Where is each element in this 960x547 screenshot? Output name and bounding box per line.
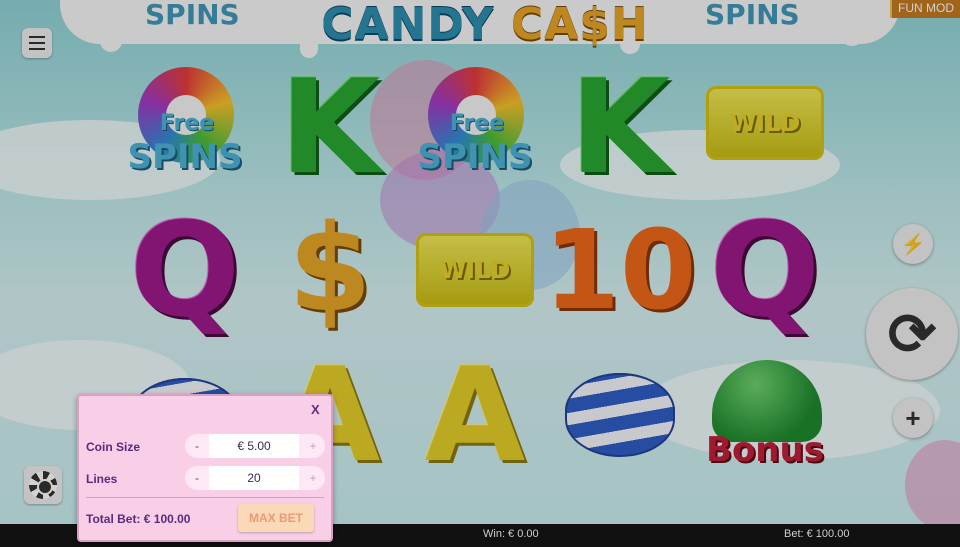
total-bet-text: Total Bet: € 100.00	[86, 512, 191, 526]
win-amount: Win: € 0.00	[483, 528, 539, 540]
max-bet-button[interactable]: MAX BET	[238, 504, 314, 532]
bet-amount: Bet: € 100.00	[784, 528, 850, 540]
coin-size-stepper: - € 5.00 +	[185, 434, 325, 458]
lines-label: Lines	[86, 472, 118, 486]
lines-decrease-button[interactable]: -	[185, 466, 209, 490]
coin-size-value: € 5.00	[209, 434, 299, 458]
lines-value: 20	[209, 466, 299, 490]
coin-size-label: Coin Size	[86, 440, 141, 454]
lines-increase-button[interactable]: +	[301, 466, 325, 490]
coin-size-decrease-button[interactable]: -	[185, 434, 209, 458]
lines-stepper: - 20 +	[185, 466, 325, 490]
panel-divider	[86, 497, 324, 498]
bet-settings-panel: X Coin Size - € 5.00 + Lines - 20 + Tota…	[77, 394, 333, 542]
coin-size-increase-button[interactable]: +	[301, 434, 325, 458]
close-button[interactable]: X	[311, 402, 320, 417]
